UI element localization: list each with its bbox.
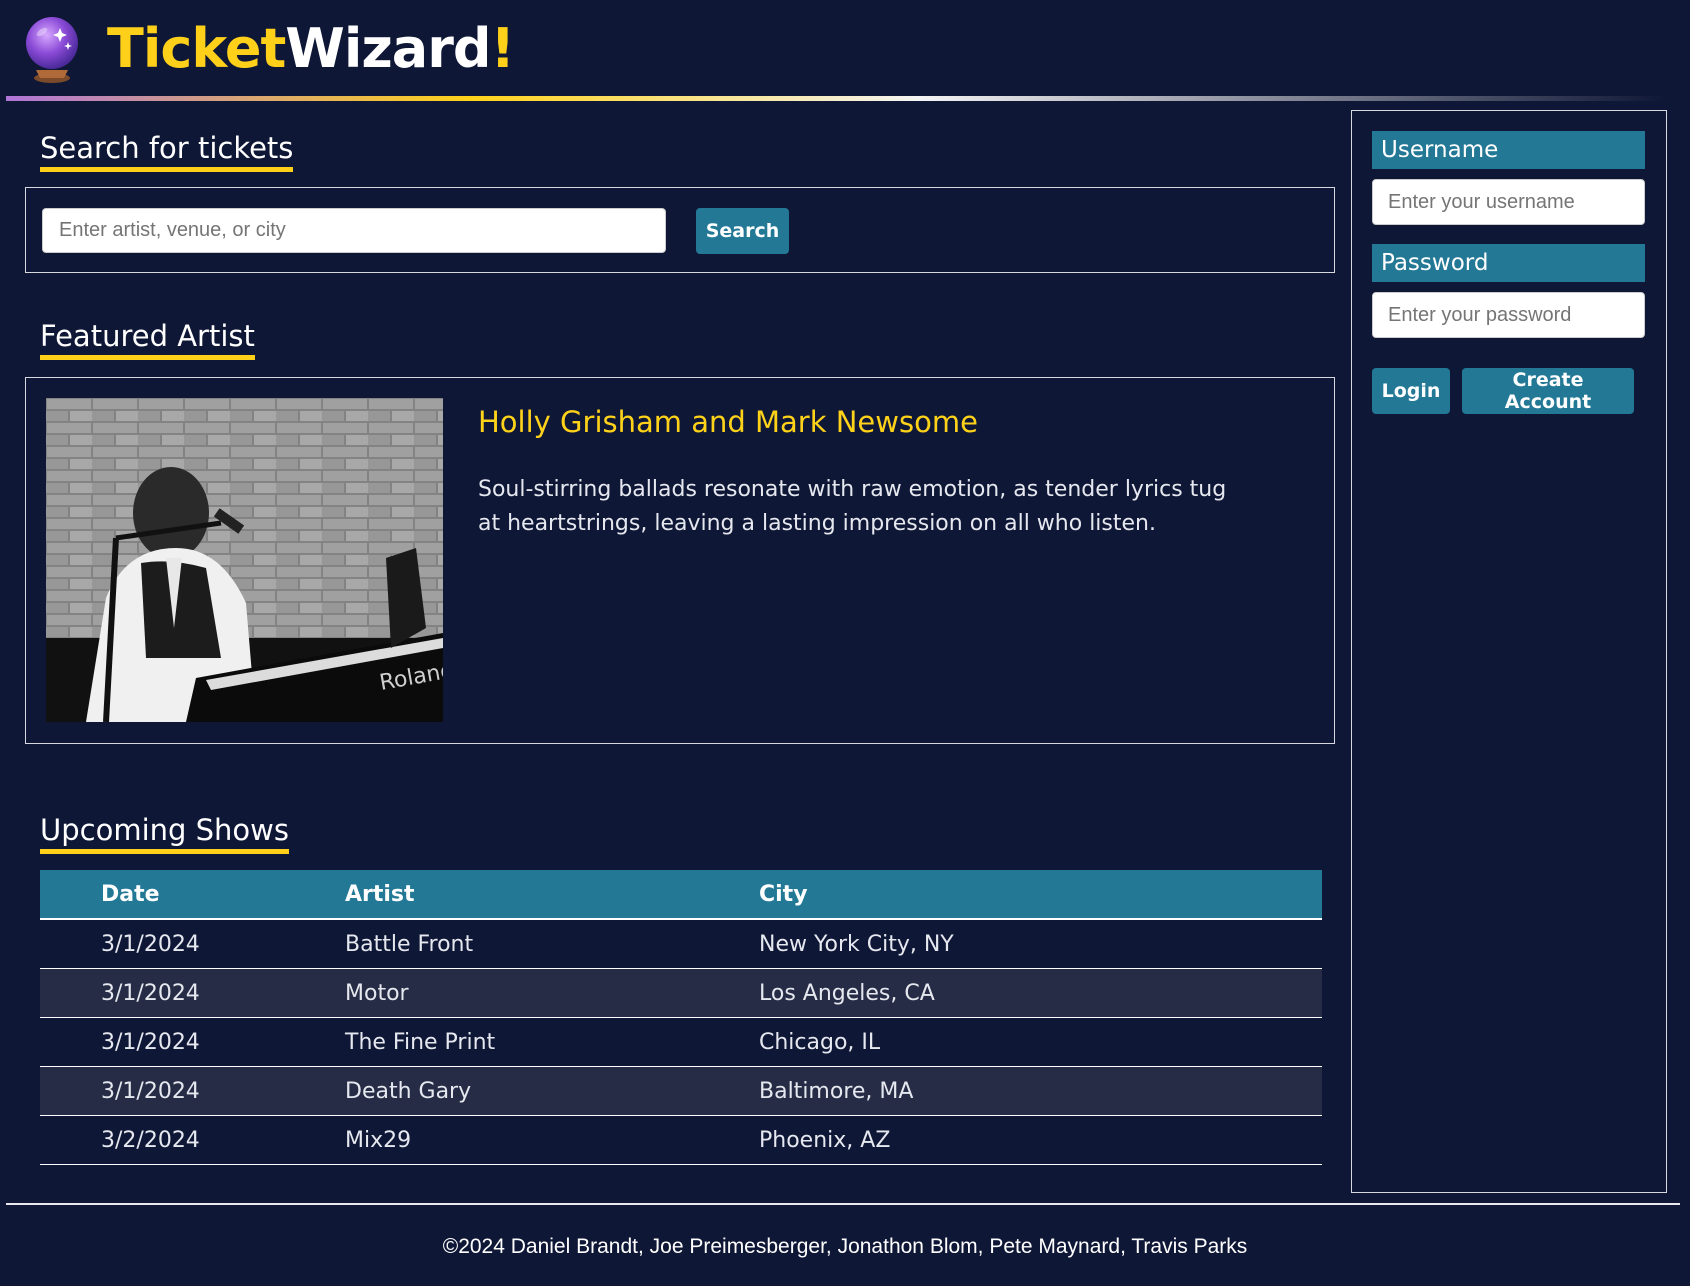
show-city: Los Angeles, CA [759,968,1322,1018]
login-button[interactable]: Login [1372,368,1450,414]
create-account-button[interactable]: Create Account [1462,368,1634,414]
brand-logo[interactable]: TicketWizard! [107,14,516,84]
footer-credits: ©2024 Daniel Brandt, Joe Preimesberger, … [442,1235,1248,1258]
show-date: 3/1/2024 [40,919,345,969]
login-panel: Username Password Login Create Account [1351,110,1667,1193]
featured-artist-name[interactable]: Holly Grisham and Mark Newsome [478,405,978,439]
column-header-city: City [759,870,1322,920]
show-city: Baltimore, MA [759,1066,1322,1116]
column-header-artist: Artist [345,870,759,920]
table-row[interactable]: 3/1/2024 Death Gary Baltimore, MA [40,1066,1322,1116]
brand-part-wizard: Wizard [285,17,491,80]
show-date: 3/1/2024 [40,1017,345,1067]
brand-part-ticket: Ticket [107,17,286,80]
show-artist: The Fine Print [345,1017,759,1067]
show-date: 3/1/2024 [40,1066,345,1116]
show-artist: Mix29 [345,1115,759,1165]
table-row[interactable]: 3/1/2024 Motor Los Angeles, CA [40,968,1322,1018]
show-artist: Motor [345,968,759,1018]
header-divider [6,96,1666,101]
show-city: Phoenix, AZ [759,1115,1322,1165]
crystal-ball-icon [26,17,78,83]
table-row[interactable]: 3/1/2024 The Fine Print Chicago, IL [40,1017,1322,1067]
brand-part-exclaim: ! [490,17,516,80]
search-button[interactable]: Search [696,208,789,254]
password-label: Password [1372,244,1645,282]
username-field[interactable] [1372,179,1645,225]
footer-divider [6,1203,1680,1205]
show-date: 3/2/2024 [40,1115,345,1165]
table-row[interactable]: 3/1/2024 Battle Front New York City, NY [40,919,1322,969]
column-header-date: Date [40,870,345,920]
featured-artist-card: Roland Holly Grisham and Mark Newsome So… [25,377,1335,744]
table-header-row: Date Artist City [40,870,1322,920]
search-box: Search [25,187,1335,273]
site-header: TicketWizard! [0,0,1690,101]
featured-section-title: Featured Artist [40,319,255,360]
show-city: Chicago, IL [759,1017,1322,1067]
show-artist: Death Gary [345,1066,759,1116]
search-section-title: Search for tickets [40,131,294,172]
table-row[interactable]: 3/2/2024 Mix29 Phoenix, AZ [40,1115,1322,1165]
shows-section-title: Upcoming Shows [40,813,289,854]
show-artist: Battle Front [345,919,759,969]
show-city: New York City, NY [759,919,1322,969]
featured-artist-description: Soul-stirring ballads resonate with raw … [478,477,1227,536]
show-date: 3/1/2024 [40,968,345,1018]
password-field[interactable] [1372,292,1645,338]
username-label: Username [1372,131,1645,169]
search-input[interactable] [42,208,666,253]
upcoming-shows-table: Date Artist City 3/1/2024 Battle Front N… [40,870,1322,1165]
artist-photo-image: Roland [46,398,443,722]
artist-photo: Roland [46,398,443,722]
